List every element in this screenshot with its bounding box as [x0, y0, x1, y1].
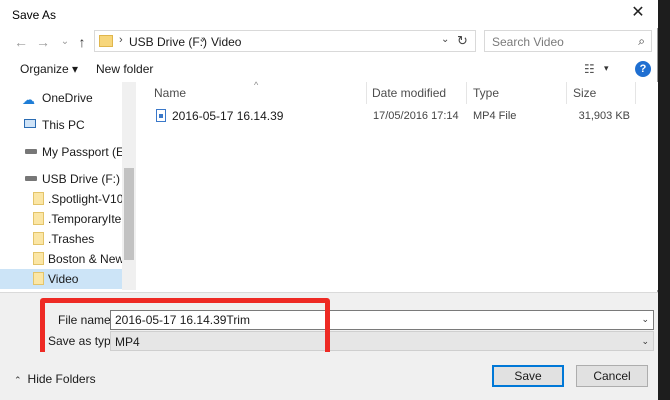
hide-folders-label: Hide Folders — [27, 372, 96, 386]
sidebar-item-label: My Passport (E:) — [42, 145, 132, 159]
toolbar: Organize ▾ New folder ☷ ▾ ? — [0, 58, 658, 80]
sidebar-item-label: OneDrive — [42, 91, 93, 105]
search-placeholder: Search Video — [492, 35, 564, 49]
sidebar-item-label: Boston & New Y — [48, 252, 122, 266]
drive-icon — [25, 149, 37, 154]
file-row[interactable]: 2016-05-17 16.14.39 17/05/2016 17:14 MP4… — [152, 108, 642, 126]
title-bar: Save As ✕ — [0, 0, 658, 28]
column-divider[interactable] — [566, 82, 567, 104]
forward-arrow-icon[interactable]: → — [34, 34, 52, 50]
drive-icon — [25, 176, 37, 181]
folder-icon — [33, 232, 44, 245]
save-as-dialog: Save As ✕ ← → ⌄ ↑ › USB Drive (F:) › Vid… — [0, 0, 658, 400]
breadcrumb-separator: › — [201, 34, 205, 46]
dialog-footer: ⌃ Hide Folders Save Cancel — [0, 352, 658, 400]
back-arrow-icon[interactable]: ← — [12, 34, 30, 50]
folder-icon — [33, 192, 44, 205]
file-type: MP4 File — [473, 110, 517, 122]
help-icon[interactable]: ? — [635, 61, 651, 77]
navigation-pane: ☁ OneDrive This PC My Passport (E:) USB … — [0, 82, 136, 290]
column-divider[interactable] — [366, 82, 367, 104]
search-icon[interactable]: ⌕ — [638, 34, 645, 49]
folder-icon — [33, 212, 44, 225]
file-date: 17/05/2016 17:14 — [373, 110, 459, 122]
file-name: 2016-05-17 16.14.39 — [172, 109, 284, 123]
search-box[interactable]: Search Video ⌕ — [484, 30, 652, 52]
sidebar-item-boston[interactable]: Boston & New Y — [0, 249, 122, 269]
folder-icon — [33, 252, 44, 265]
organize-button[interactable]: Organize ▾ — [20, 62, 78, 76]
chevron-down-icon[interactable]: ⌄ — [641, 336, 649, 347]
window-title: Save As — [12, 8, 57, 22]
new-folder-button[interactable]: New folder — [96, 62, 153, 76]
sidebar-item-label: .Trashes — [48, 232, 95, 246]
column-header-size[interactable]: Size — [573, 86, 596, 100]
sidebar-item-trashes[interactable]: .Trashes — [0, 229, 122, 249]
sidebar-item-label: Video — [48, 272, 79, 286]
breadcrumb-video[interactable]: Video — [211, 35, 241, 49]
red-highlight-box — [40, 298, 330, 360]
column-header-type[interactable]: Type — [473, 86, 499, 100]
file-list: ^ Name Date modified Type Size 2016-05-1… — [138, 80, 658, 290]
sidebar-item-temporaryitems[interactable]: .TemporaryItems — [0, 209, 122, 229]
recent-locations-icon[interactable]: ⌄ — [56, 34, 74, 50]
file-size: 31,903 KB — [578, 110, 630, 122]
sidebar-scrollbar-thumb[interactable] — [124, 168, 134, 260]
folder-icon — [99, 35, 113, 47]
sidebar-item-label: .Spotlight-V100 — [48, 192, 122, 206]
sidebar-item-spotlight[interactable]: .Spotlight-V100 — [0, 189, 122, 209]
address-bar[interactable]: › USB Drive (F:) › Video ⌄ ↻ — [94, 30, 476, 52]
column-header-name[interactable]: Name — [154, 86, 186, 100]
sidebar-item-onedrive[interactable]: ☁ OneDrive — [0, 88, 122, 108]
save-button[interactable]: Save — [492, 365, 564, 387]
cloud-icon: ☁ — [22, 92, 35, 107]
chevron-down-icon[interactable]: ⌄ — [441, 34, 449, 45]
column-header-date[interactable]: Date modified — [372, 86, 446, 100]
view-options-icon[interactable]: ☷ — [584, 62, 595, 76]
sidebar-item-my-passport[interactable]: My Passport (E:) — [0, 142, 131, 162]
file-list-scrollbar[interactable] — [648, 82, 658, 290]
cancel-button[interactable]: Cancel — [576, 365, 648, 387]
column-divider[interactable] — [635, 82, 636, 104]
chevron-down-icon[interactable]: ▾ — [604, 63, 609, 74]
hide-folders-button[interactable]: ⌃ Hide Folders — [14, 372, 96, 386]
pc-icon — [24, 119, 36, 128]
sidebar-item-video[interactable]: Video — [0, 269, 122, 289]
chevron-up-icon: ⌃ — [14, 375, 22, 385]
sidebar-item-usb-drive[interactable]: USB Drive (F:) — [0, 169, 122, 189]
sidebar-item-label: USB Drive (F:) — [42, 172, 120, 186]
up-arrow-icon[interactable]: ↑ — [73, 34, 91, 50]
column-divider[interactable] — [466, 82, 467, 104]
close-icon[interactable]: ✕ — [626, 4, 650, 22]
breadcrumb-usb-drive[interactable]: USB Drive (F:) — [129, 35, 207, 49]
refresh-icon[interactable]: ↻ — [457, 33, 468, 49]
folder-icon — [33, 272, 44, 285]
sidebar-item-label: This PC — [42, 118, 85, 132]
sidebar-item-label: .TemporaryItems — [48, 212, 122, 226]
breadcrumb-separator: › — [119, 34, 123, 46]
sort-indicator-icon: ^ — [254, 80, 259, 90]
sidebar-item-this-pc[interactable]: This PC — [0, 115, 122, 135]
chevron-down-icon[interactable]: ⌄ — [641, 314, 649, 325]
video-file-icon — [156, 109, 166, 122]
